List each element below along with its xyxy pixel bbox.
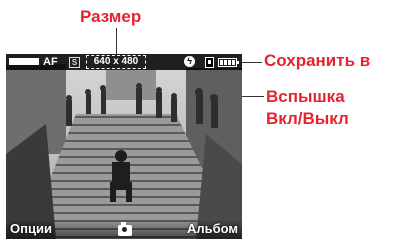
memory-card-icon[interactable] [205,57,214,68]
flash-icon[interactable]: ϟ [184,56,195,67]
size-leader-line [116,28,117,56]
options-softkey[interactable]: Опции [10,221,52,236]
camera-status-bar: AF S 640 x 480 ϟ [6,54,242,70]
flash-callout-label-line2: Вкл/Выкл [266,109,349,128]
size-callout-label: Размер [80,7,142,26]
preview-photo [6,54,242,239]
camera-icon[interactable] [118,222,132,236]
exposure-bar [9,58,39,65]
scene-mode-icon: S [69,57,80,68]
softkey-bar: Опции Альбом [6,219,242,239]
album-softkey[interactable]: Альбом [187,221,238,236]
resolution-indicator[interactable]: 640 x 480 [86,55,146,69]
autofocus-indicator: AF [43,56,58,68]
save-to-callout-label: Сохранить в [264,51,371,70]
battery-icon [218,58,239,67]
camera-viewfinder[interactable]: AF S 640 x 480 ϟ Опции Альбом [6,54,242,239]
flash-callout-label-line1: Вспышка [266,87,345,106]
